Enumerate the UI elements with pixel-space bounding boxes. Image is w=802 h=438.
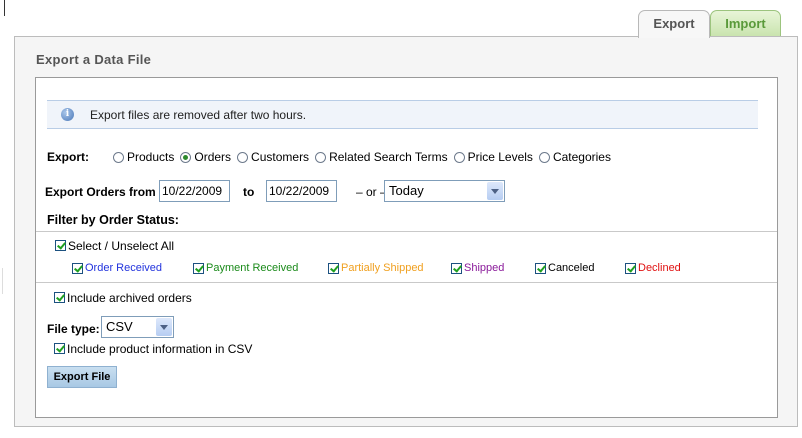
panel-title: Export a Data File: [36, 52, 152, 67]
status-order-received[interactable]: Order Received: [72, 262, 162, 274]
divider: [36, 282, 777, 283]
radio-products[interactable]: Products: [113, 150, 174, 164]
checkbox[interactable]: [72, 262, 83, 274]
status-canceled[interactable]: Canceled: [535, 262, 594, 274]
export-file-button[interactable]: Export File: [47, 366, 117, 388]
include-archived-checkbox[interactable]: [54, 292, 65, 303]
window-edge: [2, 268, 3, 294]
radio-label: Customers: [251, 150, 310, 164]
date-preset-value: Today: [389, 183, 424, 198]
radio-label: Products: [127, 150, 175, 164]
status-label: Canceled: [548, 262, 595, 274]
include-archived-row[interactable]: Include archived orders: [54, 291, 192, 305]
status-label: Partially Shipped: [341, 262, 424, 274]
radio-label: Orders: [194, 150, 232, 164]
radio-price-levels[interactable]: Price Levels: [453, 150, 533, 164]
checkbox[interactable]: [328, 262, 339, 274]
select-all-label: Select / Unselect All: [68, 239, 175, 253]
radio-button[interactable]: [538, 151, 550, 163]
radio-button[interactable]: [180, 151, 192, 163]
status-label: Payment Received: [206, 262, 299, 274]
include-product-checkbox[interactable]: [54, 343, 65, 354]
status-partially-shipped[interactable]: Partially Shipped: [328, 262, 424, 274]
status-label: Order Received: [85, 262, 163, 274]
to-label: to: [243, 185, 255, 199]
radio-categories[interactable]: Categories: [538, 150, 611, 164]
export-form: i Export files are removed after two hou…: [35, 77, 778, 418]
checkbox[interactable]: [451, 262, 462, 274]
chevron-down-icon[interactable]: [156, 318, 172, 336]
include-product-row[interactable]: Include product information in CSV: [54, 342, 252, 356]
radio-related-search-terms[interactable]: Related Search Terms: [315, 150, 448, 164]
radio-orders[interactable]: Orders: [180, 150, 231, 164]
status-payment-received[interactable]: Payment Received: [193, 262, 298, 274]
file-type-value: CSV: [106, 319, 133, 334]
status-declined[interactable]: Declined: [625, 262, 681, 274]
radio-button[interactable]: [113, 151, 124, 163]
radio-button[interactable]: [315, 151, 327, 163]
include-product-label: Include product information in CSV: [67, 342, 253, 356]
radio-label: Categories: [552, 150, 611, 164]
radio-label: Price Levels: [467, 150, 533, 164]
tab-export[interactable]: Export: [638, 10, 710, 38]
date-preset-select[interactable]: Today: [384, 180, 505, 202]
divider: [36, 231, 777, 232]
date-to-input[interactable]: 10/22/2009: [266, 180, 337, 202]
select-all-row[interactable]: Select / Unselect All: [55, 239, 174, 253]
info-icon: i: [61, 108, 74, 121]
radio-label: Related Search Terms: [329, 150, 448, 164]
radio-customers[interactable]: Customers: [237, 150, 309, 164]
include-archived-label: Include archived orders: [67, 291, 192, 305]
date-from-input[interactable]: 10/22/2009: [159, 180, 230, 202]
status-label: Shipped: [464, 262, 505, 274]
status-shipped[interactable]: Shipped: [451, 262, 504, 274]
text-cursor: [4, 0, 5, 16]
export-orders-from-label: Export Orders from: [45, 185, 156, 199]
checkbox[interactable]: [193, 262, 204, 274]
select-all-checkbox[interactable]: [55, 240, 66, 251]
export-panel: Export a Data File i Export files are re…: [14, 36, 798, 427]
file-type-label: File type:: [47, 322, 100, 336]
radio-button[interactable]: [453, 151, 465, 163]
or-label: – or –: [356, 185, 387, 199]
checkbox[interactable]: [625, 262, 636, 274]
radio-button[interactable]: [237, 151, 249, 163]
export-type-label: Export:: [47, 150, 89, 164]
chevron-down-icon[interactable]: [487, 182, 503, 200]
status-label: Declined: [638, 262, 681, 274]
export-type-group: Export: Products Orders Customers Relate…: [47, 150, 617, 164]
tab-import[interactable]: Import: [710, 10, 781, 37]
info-message: i Export files are removed after two hou…: [47, 100, 758, 129]
filter-heading: Filter by Order Status:: [47, 213, 179, 227]
file-type-select[interactable]: CSV: [101, 316, 174, 338]
info-text: Export files are removed after two hours…: [90, 108, 307, 122]
checkbox[interactable]: [535, 262, 546, 274]
